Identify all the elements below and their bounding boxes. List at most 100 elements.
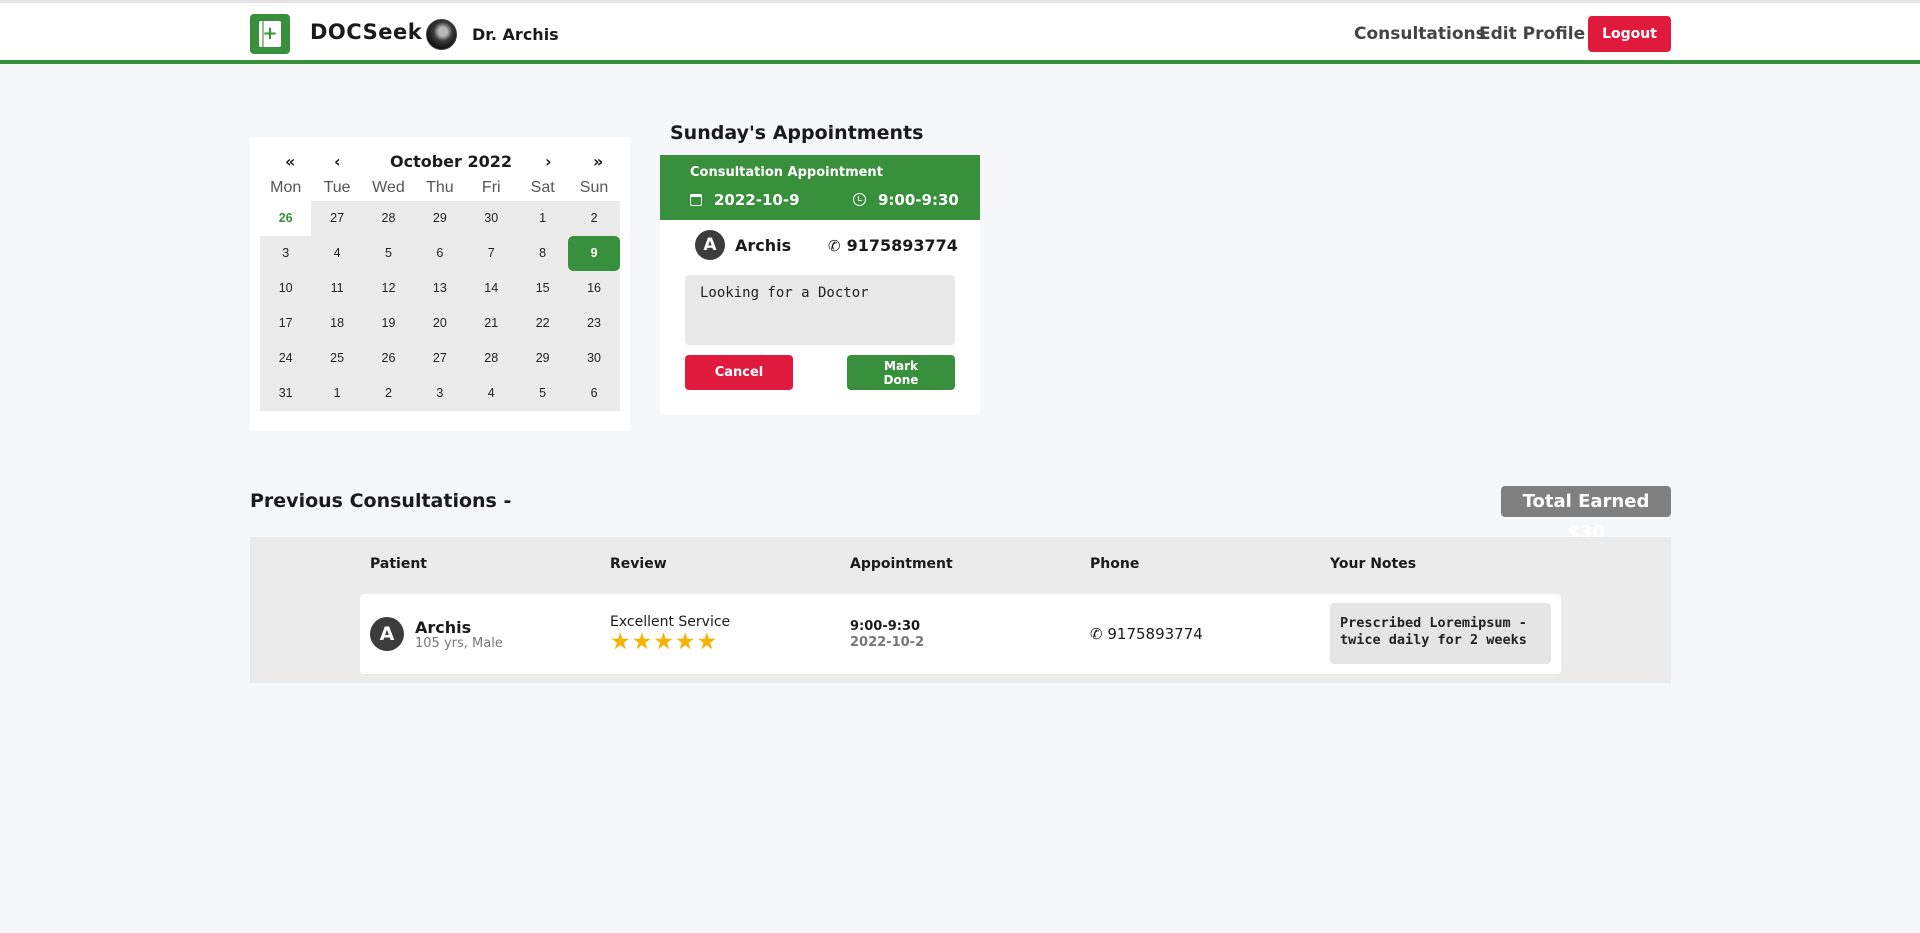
star-rating: ★★★★★ — [610, 629, 719, 655]
doctor-name[interactable]: Dr. Archis — [472, 25, 559, 44]
calendar-day[interactable]: 11 — [311, 271, 363, 306]
weekday-header: Mon — [270, 179, 302, 196]
calendar-day[interactable]: 25 — [311, 341, 363, 376]
consultations-table: Patient Review Appointment Phone Your No… — [250, 537, 1671, 683]
column-header-phone: Phone — [1090, 556, 1140, 572]
calendar-day[interactable]: 14 — [465, 271, 517, 306]
column-header-patient: Patient — [370, 556, 427, 572]
calendar-day[interactable]: 27 — [311, 201, 363, 236]
calendar-day[interactable]: 29 — [516, 341, 569, 376]
patient-name: Archis — [735, 236, 792, 255]
calendar-day[interactable]: 26 — [362, 341, 415, 376]
calendar-day[interactable]: 2 — [362, 376, 415, 411]
phone-icon: ✆ — [1090, 625, 1103, 643]
mark-done-button[interactable]: Mark Done — [847, 355, 955, 390]
calendar-day[interactable]: 10 — [260, 271, 312, 306]
patient-phone: ✆ 9175893774 — [1090, 625, 1203, 643]
prev-year-button[interactable]: « — [285, 152, 295, 171]
weekday-header: Tue — [323, 179, 351, 196]
doctor-notes: Prescribed Loremipsum - twice daily for … — [1330, 603, 1551, 664]
next-year-button[interactable]: » — [593, 152, 603, 171]
calendar-day[interactable]: 6 — [414, 236, 466, 271]
calendar-day[interactable]: 1 — [311, 376, 363, 411]
calendar-day[interactable]: 3 — [414, 376, 466, 411]
prev-month-button[interactable]: ‹ — [334, 152, 341, 171]
appointment-header: Consultation Appointment 2022-10-9 9:00-… — [660, 155, 980, 220]
calendar-day[interactable]: 8 — [516, 236, 569, 271]
calendar-day[interactable]: 28 — [465, 341, 517, 376]
calendar-month-label[interactable]: October 2022 — [390, 152, 512, 171]
previous-consultations-title: Previous Consultations - — [250, 490, 512, 512]
calendar-day[interactable]: 15 — [516, 271, 569, 306]
appointment-type: Consultation Appointment — [690, 165, 883, 180]
phone-icon: ✆ — [828, 237, 841, 255]
brand-logo[interactable]: + — [250, 14, 290, 54]
appointment-note-field[interactable]: Looking for a Doctor — [685, 275, 955, 345]
calendar-day-selected[interactable]: 9 — [568, 236, 620, 271]
doctor-avatar[interactable] — [426, 19, 457, 50]
patient-details: 105 yrs, Male — [415, 636, 503, 651]
calendar-day[interactable]: 13 — [414, 271, 466, 306]
calendar-day[interactable]: 4 — [465, 376, 517, 411]
calendar-day[interactable]: 19 — [362, 306, 415, 341]
calendar-icon — [690, 194, 702, 206]
weekday-header: Wed — [372, 179, 405, 196]
cancel-button[interactable]: Cancel — [685, 355, 793, 390]
calendar-day[interactable]: 27 — [414, 341, 466, 376]
weekday-header: Thu — [426, 179, 454, 196]
clock-icon — [853, 193, 866, 206]
logout-button[interactable]: Logout — [1588, 16, 1671, 52]
navbar: + DOCSeek Dr. Archis Consultations Edit … — [0, 3, 1920, 64]
calendar-grid: Mon Tue Wed Thu Fri Sat Sun 26 27 28 29 30 1 2 3 4 5 6 7 8 9… — [260, 175, 620, 411]
calendar-day[interactable]: 4 — [311, 236, 363, 271]
calendar-day[interactable]: 1 — [516, 201, 569, 236]
calendar-day[interactable]: 31 — [260, 376, 312, 411]
appointment-time: 9:00-9:30 — [850, 619, 921, 634]
weekday-header: Sun — [579, 179, 609, 196]
medical-book-icon: + — [259, 21, 281, 47]
calendar-day[interactable]: 17 — [260, 306, 312, 341]
total-earned-badge: Total Earned $30 — [1501, 486, 1671, 543]
calendar-day[interactable]: 23 — [568, 306, 620, 341]
calendar: « ‹ October 2022 › » Mon Tue Wed Thu Fri Sat S… — [250, 137, 630, 431]
calendar-day[interactable]: 29 — [414, 201, 466, 236]
calendar-day[interactable]: 16 — [568, 271, 620, 306]
appointment-time: 9:00-9:30 — [853, 191, 959, 209]
calendar-day[interactable]: 5 — [362, 236, 415, 271]
appointment-card: Consultation Appointment 2022-10-9 9:00-… — [660, 155, 980, 415]
weekday-header: Sat — [530, 179, 555, 196]
review-text: Excellent Service — [610, 614, 731, 630]
calendar-day[interactable]: 5 — [516, 376, 569, 411]
calendar-navigation: « ‹ October 2022 › » — [260, 145, 620, 175]
calendar-day[interactable]: 6 — [568, 376, 620, 411]
calendar-day[interactable]: 7 — [465, 236, 517, 271]
table-row[interactable]: A Archis 105 yrs, Male Excellent Service… — [360, 594, 1561, 674]
weekday-header: Fri — [481, 179, 501, 196]
patient-name: Archis — [415, 618, 472, 637]
nav-edit-profile[interactable]: Edit Profile — [1479, 24, 1585, 44]
calendar-day[interactable]: 24 — [260, 341, 312, 376]
brand-name[interactable]: DOCSeek — [310, 20, 422, 44]
column-header-appointment: Appointment — [850, 556, 953, 572]
calendar-day[interactable]: 20 — [414, 306, 466, 341]
column-header-notes: Your Notes — [1330, 556, 1417, 572]
calendar-day[interactable]: 22 — [516, 306, 569, 341]
calendar-day[interactable]: 26 — [260, 201, 312, 236]
column-header-review: Review — [610, 556, 667, 572]
calendar-day[interactable]: 28 — [362, 201, 415, 236]
appointment-date: 2022-10-2 — [850, 635, 925, 650]
patient-avatar: A — [370, 617, 404, 651]
calendar-day[interactable]: 2 — [568, 201, 620, 236]
calendar-day[interactable]: 30 — [465, 201, 517, 236]
calendar-day[interactable]: 21 — [465, 306, 517, 341]
patient-avatar: A — [695, 230, 725, 260]
nav-consultations[interactable]: Consultations — [1354, 24, 1486, 44]
calendar-day[interactable]: 30 — [568, 341, 620, 376]
patient-phone: ✆ 9175893774 — [828, 236, 958, 255]
appointments-title: Sunday's Appointments — [670, 122, 924, 144]
calendar-day[interactable]: 3 — [260, 236, 312, 271]
appointment-date: 2022-10-9 — [690, 191, 800, 209]
calendar-day[interactable]: 12 — [362, 271, 415, 306]
calendar-day[interactable]: 18 — [311, 306, 363, 341]
next-month-button[interactable]: › — [545, 152, 552, 171]
